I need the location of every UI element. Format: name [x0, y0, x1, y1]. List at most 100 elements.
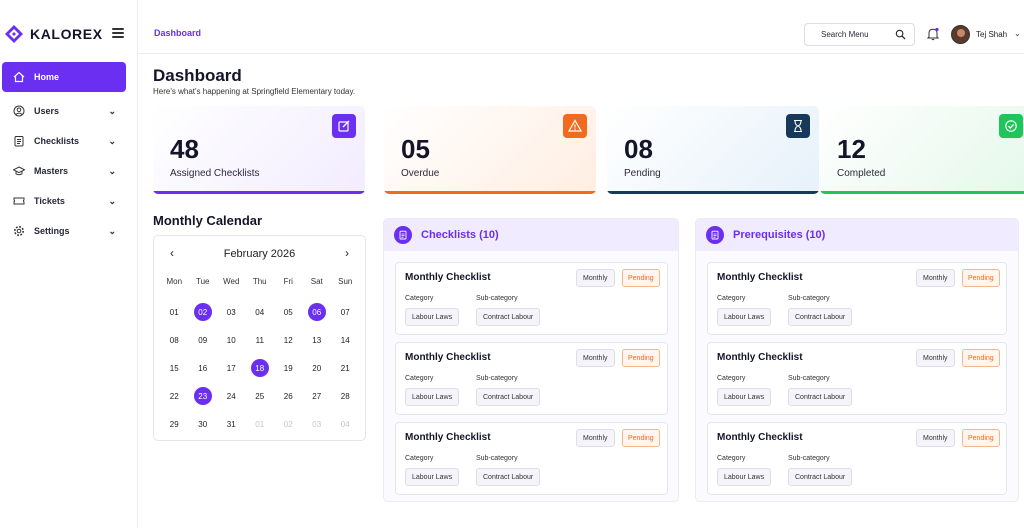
calendar-day-number: 04 [340, 419, 350, 429]
calendar-day[interactable]: 05 [274, 298, 303, 326]
calendar-day[interactable]: 16 [189, 354, 218, 382]
top-bar: Dashboard Search Menu Tej Shah ⌄ [138, 0, 1024, 54]
calendar-day[interactable]: 18 [246, 354, 275, 382]
search-menu-button[interactable]: Search Menu [804, 23, 915, 46]
list-item[interactable]: Monthly Checklist Monthly Pending Catego… [395, 422, 668, 495]
calendar-day[interactable]: 23 [189, 382, 218, 410]
frequency-badge: Monthly [576, 349, 615, 367]
list-item[interactable]: Monthly Checklist Monthly Pending Catego… [707, 422, 1007, 495]
subcategory-chip: Contract Labour [788, 468, 853, 486]
user-icon [12, 104, 26, 118]
calendar-day[interactable]: 04 [331, 410, 360, 438]
breadcrumb[interactable]: Dashboard [154, 28, 201, 38]
calendar-next-button[interactable]: › [345, 246, 349, 260]
calendar-day[interactable]: 13 [303, 326, 332, 354]
calendar-day[interactable]: 01 [160, 298, 189, 326]
calendar-day-number: 18 [250, 359, 269, 377]
stat-card-pending[interactable]: 08 Pending [607, 106, 819, 194]
panel-title[interactable]: Prerequisites (10) [733, 229, 825, 241]
sidebar-item-label: Settings [34, 226, 70, 236]
list-item[interactable]: Monthly Checklist Monthly Pending Catego… [707, 342, 1007, 415]
calendar-day[interactable]: 08 [160, 326, 189, 354]
avatar[interactable] [951, 25, 970, 44]
calendar-day[interactable]: 17 [217, 354, 246, 382]
stat-card-overdue[interactable]: 05 Overdue [384, 106, 596, 194]
category-label: Category [405, 295, 434, 302]
calendar-day[interactable]: 09 [189, 326, 218, 354]
calendar-title: Monthly Calendar [153, 213, 263, 228]
chevron-down-icon[interactable]: ⌄ [1014, 29, 1021, 38]
category-chip: Labour Laws [405, 388, 460, 406]
calendar-day[interactable]: 29 [160, 410, 189, 438]
sidebar-item-label: Users [34, 106, 60, 116]
sidebar-item-settings[interactable]: Settings ⌄ [2, 216, 126, 246]
calendar-day[interactable]: 02 [189, 298, 218, 326]
sidebar-item-users[interactable]: Users ⌄ [2, 96, 126, 126]
category-chip: Labour Laws [717, 308, 772, 326]
list-item[interactable]: Monthly Checklist Monthly Pending Catego… [395, 262, 668, 335]
sidebar-item-home[interactable]: Home [2, 62, 126, 92]
category-label: Category [717, 375, 746, 382]
calendar-day[interactable]: 04 [246, 298, 275, 326]
sidebar-item-masters[interactable]: Masters ⌄ [2, 156, 126, 186]
calendar-week-row: 29 30 31 01 02 03 04 [160, 410, 360, 438]
calendar-day[interactable]: 25 [246, 382, 275, 410]
calendar-day-number: 01 [255, 419, 265, 429]
calendar-weekdays: Mon Tue Wed Thu Fri Sat Sun [160, 277, 360, 286]
subcategory-label: Sub-category [476, 375, 518, 382]
calendar-week-row: 15 16 17 18 19 20 21 [160, 354, 360, 382]
sidebar-item-tickets[interactable]: Tickets ⌄ [2, 186, 126, 216]
calendar-day-number: 15 [169, 363, 179, 373]
sidebar-item-checklists[interactable]: Checklists ⌄ [2, 126, 126, 156]
user-name[interactable]: Tej Shah [976, 30, 1007, 39]
stat-label: Completed [837, 168, 886, 179]
calendar-day[interactable]: 15 [160, 354, 189, 382]
category-label: Category [405, 455, 434, 462]
calendar-day-number: 26 [283, 391, 293, 401]
calendar-day[interactable]: 11 [246, 326, 275, 354]
stat-value: 08 [624, 134, 653, 164]
stat-accent-bar [384, 191, 596, 194]
list-item[interactable]: Monthly Checklist Monthly Pending Catego… [395, 342, 668, 415]
calendar-day[interactable]: 31 [217, 410, 246, 438]
calendar-day[interactable]: 01 [246, 410, 275, 438]
calendar-day[interactable]: 24 [217, 382, 246, 410]
calendar-day[interactable]: 22 [160, 382, 189, 410]
calendar-day-number: 20 [312, 363, 322, 373]
item-title: Monthly Checklist [405, 352, 491, 363]
subcategory-chip: Contract Labour [788, 308, 853, 326]
calendar-day[interactable]: 14 [331, 326, 360, 354]
stat-card-completed[interactable]: 12 Completed [820, 106, 1024, 194]
weekday-label: Fri [283, 277, 293, 286]
subcategory-chip: Contract Labour [788, 388, 853, 406]
status-badge: Pending [622, 269, 660, 287]
stat-card-assigned[interactable]: 48 Assigned Checklists [153, 106, 365, 194]
calendar-day[interactable]: 26 [274, 382, 303, 410]
category-label: Category [717, 455, 746, 462]
calendar-day[interactable]: 02 [274, 410, 303, 438]
calendar-day[interactable]: 21 [331, 354, 360, 382]
calendar-day[interactable]: 27 [303, 382, 332, 410]
calendar-day[interactable]: 12 [274, 326, 303, 354]
status-badge: Pending [622, 429, 660, 447]
calendar-day[interactable]: 19 [274, 354, 303, 382]
calendar-day-number: 14 [340, 335, 350, 345]
list-item[interactable]: Monthly Checklist Monthly Pending Catego… [707, 262, 1007, 335]
calendar-day[interactable]: 10 [217, 326, 246, 354]
calendar-day[interactable]: 28 [331, 382, 360, 410]
calendar-day[interactable]: 06 [303, 298, 332, 326]
menu-toggle-icon[interactable] [112, 28, 124, 38]
calendar-day[interactable]: 20 [303, 354, 332, 382]
item-title: Monthly Checklist [405, 432, 491, 443]
calendar-day[interactable]: 07 [331, 298, 360, 326]
stat-value: 12 [837, 134, 866, 164]
calendar-day[interactable]: 03 [217, 298, 246, 326]
subcategory-chip: Contract Labour [476, 388, 541, 406]
panel-title[interactable]: Checklists (10) [421, 229, 499, 241]
item-title: Monthly Checklist [717, 352, 803, 363]
calendar-day[interactable]: 30 [189, 410, 218, 438]
calendar-day[interactable]: 03 [303, 410, 332, 438]
subcategory-label: Sub-category [788, 455, 830, 462]
bell-icon[interactable] [927, 27, 939, 41]
sidebar-item-label: Tickets [34, 196, 65, 206]
